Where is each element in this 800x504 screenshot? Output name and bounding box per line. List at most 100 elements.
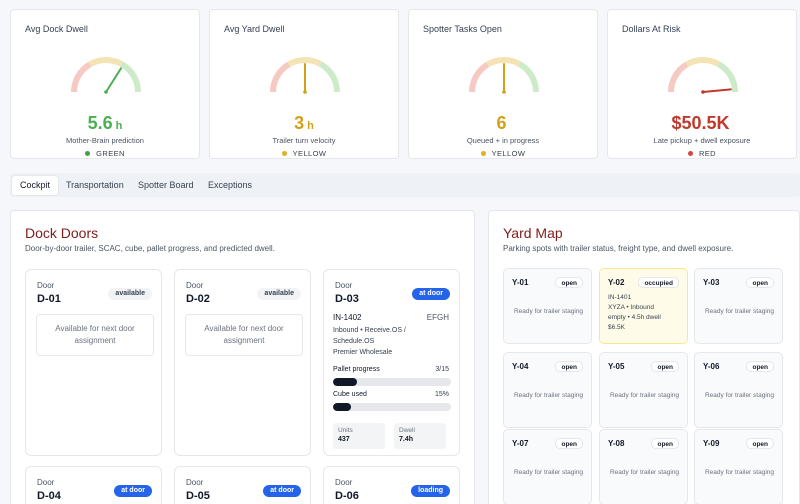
door-card-d-06[interactable]: Door D-06 loading (323, 466, 460, 504)
door-card-d-05[interactable]: Door D-05 at door (174, 466, 311, 504)
door-card-d-01[interactable]: Door D-01 available Available for next d… (25, 269, 162, 456)
status-badge: available (257, 288, 301, 300)
availability-note: Available for next door assignment (36, 314, 154, 356)
spot-note: Ready for trailer staging (609, 469, 679, 476)
gauge-needle (702, 88, 732, 93)
gauge-icon (469, 57, 539, 94)
yard-spot-y-05[interactable]: Y-05 open Ready for trailer staging (599, 352, 688, 428)
gauge-hub (303, 90, 307, 94)
yard-spot-y-07[interactable]: Y-07 open Ready for trailer staging (503, 429, 592, 504)
kpi-value: 5.6 h (87, 113, 123, 133)
door-label: Door (37, 281, 55, 290)
spot-note: Ready for trailer staging (704, 308, 774, 315)
gauge-icon (668, 57, 738, 94)
gauge-hub (701, 90, 705, 94)
status-badge: open (651, 438, 679, 449)
spot-note: Ready for trailer staging (704, 469, 774, 476)
tab-spotter-board[interactable]: Spotter Board (130, 176, 202, 195)
yard-spot-y-02[interactable]: Y-02 occupied IN-1401 XYZA • Inbound emp… (599, 268, 688, 344)
cube-used-label: Cube used (333, 391, 367, 398)
panel-title: Dock Doors (25, 225, 99, 241)
status-dot (281, 150, 287, 156)
status-indicator: YELLOW (409, 149, 597, 158)
dwell-stat: Dwell 7.4h (394, 423, 446, 449)
status-indicator: RED (608, 149, 796, 158)
gauge-arc (119, 61, 141, 93)
pallet-progress-label: Pallet progress (333, 366, 380, 373)
status-dot (687, 150, 693, 156)
spot-id: Y-04 (512, 362, 529, 371)
cube-used-bar (333, 403, 451, 411)
status-dot (85, 150, 91, 156)
kpi-title: Avg Yard Dwell (224, 24, 285, 34)
units-stat: Units 437 (333, 423, 385, 449)
kpi-subtitle: Queued + in progress (466, 136, 540, 145)
availability-note: Available for next door assignment (185, 314, 303, 356)
gauge-arc (469, 61, 490, 93)
gauge-hub (502, 90, 506, 94)
door-card-d-02[interactable]: Door D-02 available Available for next d… (174, 269, 311, 456)
status-indicator: YELLOW (210, 149, 398, 158)
status-badge: open (651, 361, 679, 372)
kpi-subtitle: Trailer turn velocity (272, 136, 336, 145)
door-label: Door (186, 281, 204, 290)
yard-spot-y-04[interactable]: Y-04 open Ready for trailer staging (503, 352, 592, 428)
panel-subtitle: Door-by-door trailer, SCAC, cube, pallet… (25, 244, 275, 253)
status-badge: open (746, 438, 774, 449)
gauge-hub (104, 90, 108, 94)
gauge-arc (685, 57, 720, 68)
cube-used-fill (333, 403, 351, 411)
status-badge: open (555, 277, 583, 288)
tab-exceptions[interactable]: Exceptions (200, 176, 260, 195)
panel-title: Yard Map (503, 225, 563, 241)
status-dot (480, 150, 486, 156)
spot-note: Ready for trailer staging (513, 308, 583, 315)
spot-id: Y-03 (703, 278, 720, 287)
spot-id: Y-01 (512, 278, 529, 287)
load-id: IN-1402 (333, 313, 362, 322)
yard-spot-y-08[interactable]: Y-08 open Ready for trailer staging (599, 429, 688, 504)
door-label: Door (335, 478, 353, 487)
status-badge: at door (114, 485, 152, 497)
yard-spot-y-01[interactable]: Y-01 open Ready for trailer staging (503, 268, 592, 344)
pallet-progress-value: 3/15 (435, 366, 449, 373)
spot-id: Y-05 (608, 362, 625, 371)
spot-id: Y-06 (703, 362, 720, 371)
yard-spot-y-06[interactable]: Y-06 open Ready for trailer staging (694, 352, 783, 428)
kpi-row: Avg Dock Dwell 5.6 h Mother-Brain predict… (10, 9, 800, 159)
yard-dock-dashboard: Avg Dock Dwell 5.6 h Mother-Brain predict… (0, 0, 800, 504)
status-badge: open (746, 277, 774, 288)
gauge-icon (270, 57, 340, 94)
kpi-card-avg-yard-dwell: Avg Yard Dwell 3h Trailer turn velocity … (209, 9, 399, 159)
kpi-card-dollars-at-risk: Dollars At Risk $50.5K Late pickup + dwe… (607, 9, 797, 159)
kpi-value: 3h (294, 113, 314, 133)
yard-map-panel: Yard Map Parking spots with trailer stat… (488, 210, 800, 504)
pallet-progress-fill (333, 378, 357, 386)
gauge-arc (270, 61, 291, 93)
kpi-value: 6 (496, 113, 507, 133)
door-label: Door (37, 478, 55, 487)
kpi-value: $50.5K (671, 113, 730, 133)
status-indicator: GREEN (11, 149, 199, 158)
kpi-card-avg-dock-dwell: Avg Dock Dwell 5.6 h Mother-Brain predict… (10, 9, 200, 159)
gauge-arc (88, 57, 123, 68)
spot-note: Ready for trailer staging (513, 392, 583, 399)
door-id: D-01 (37, 293, 61, 305)
load-meta: Inbound • Receive.OS / Schedule.OS Premi… (333, 327, 406, 356)
kpi-subtitle: Mother-Brain prediction (66, 136, 144, 145)
door-id: D-03 (335, 293, 359, 305)
tab-cockpit[interactable]: Cockpit (12, 176, 59, 195)
status-badge: occupied (638, 277, 679, 288)
yard-spot-y-03[interactable]: Y-03 open Ready for trailer staging (694, 268, 783, 344)
door-card-d-04[interactable]: Door D-04 at door (25, 466, 162, 504)
trailer-details: IN-1401 XYZA • Inbound empty • 4.5h dwel… (608, 294, 661, 331)
yard-spot-y-09[interactable]: Y-09 open Ready for trailer staging (694, 429, 783, 504)
door-card-d-03[interactable]: Door D-03 at door IN-1402 EFGH Inbound •… (323, 269, 460, 456)
gauge-arc (668, 61, 689, 93)
status-badge: loading (411, 485, 450, 497)
pallet-progress-bar (333, 378, 451, 386)
status-badge: open (555, 438, 583, 449)
door-id: D-05 (186, 490, 210, 502)
dock-doors-panel: Dock Doors Door-by-door trailer, SCAC, c… (10, 210, 475, 504)
tab-transportation[interactable]: Transportation (58, 176, 132, 195)
